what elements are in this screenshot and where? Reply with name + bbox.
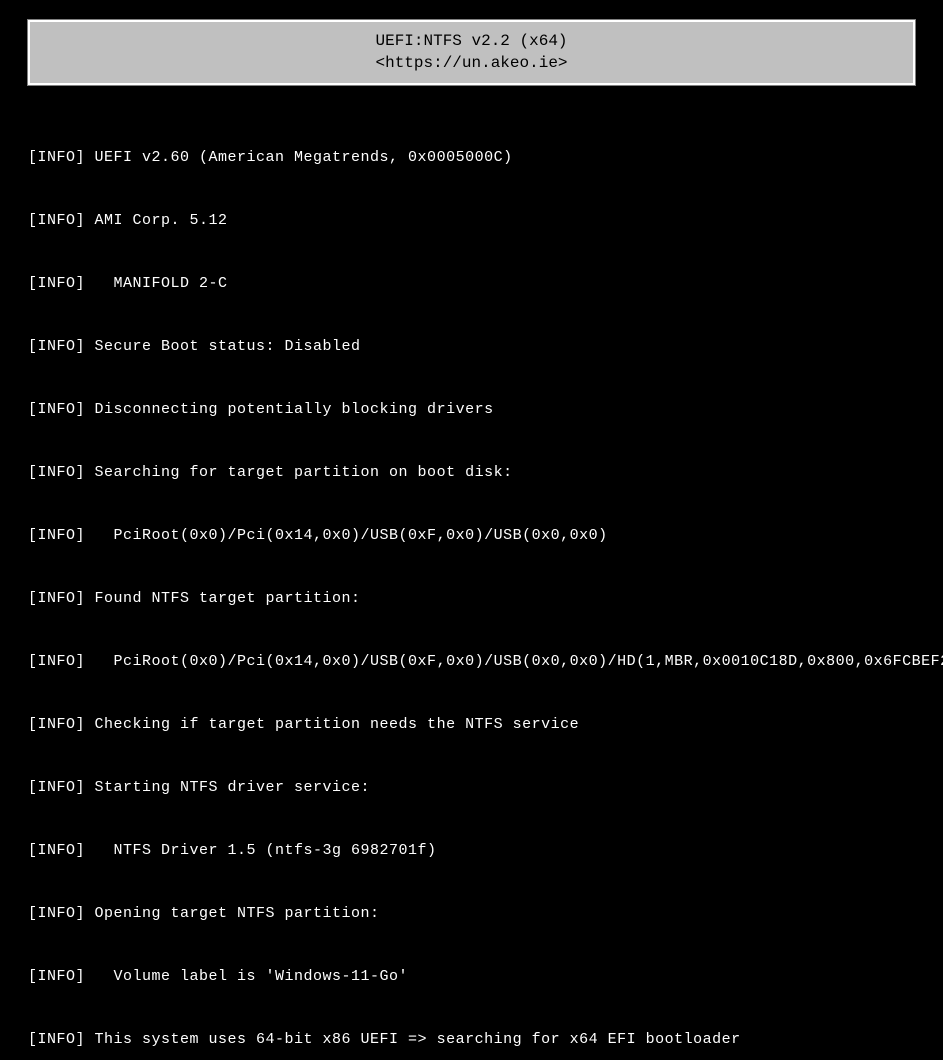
log-line: [INFO] Disconnecting potentially blockin… xyxy=(28,399,915,420)
log-line: [INFO] Checking if target partition need… xyxy=(28,714,915,735)
log-line: [INFO] PciRoot(0x0)/Pci(0x14,0x0)/USB(0x… xyxy=(28,651,915,672)
log-line: [INFO] MANIFOLD 2-C xyxy=(28,273,915,294)
log-line: [INFO] Starting NTFS driver service: xyxy=(28,777,915,798)
log-line: [INFO] Secure Boot status: Disabled xyxy=(28,336,915,357)
boot-title: UEFI:NTFS v2.2 (x64) xyxy=(30,30,913,52)
log-line: [INFO] AMI Corp. 5.12 xyxy=(28,210,915,231)
log-line: [INFO] PciRoot(0x0)/Pci(0x14,0x0)/USB(0x… xyxy=(28,525,915,546)
log-line: [INFO] UEFI v2.60 (American Megatrends, … xyxy=(28,147,915,168)
log-line: [INFO] Opening target NTFS partition: xyxy=(28,903,915,924)
log-line: [INFO] This system uses 64-bit x86 UEFI … xyxy=(28,1029,915,1050)
log-line: [INFO] Found NTFS target partition: xyxy=(28,588,915,609)
boot-header-box: UEFI:NTFS v2.2 (x64) <https://un.akeo.ie… xyxy=(28,20,915,85)
log-line: [INFO] Volume label is 'Windows-11-Go' xyxy=(28,966,915,987)
log-line: [INFO] Searching for target partition on… xyxy=(28,462,915,483)
boot-log: [INFO] UEFI v2.60 (American Megatrends, … xyxy=(28,105,915,1060)
log-line: [INFO] NTFS Driver 1.5 (ntfs-3g 6982701f… xyxy=(28,840,915,861)
boot-url: <https://un.akeo.ie> xyxy=(30,52,913,74)
